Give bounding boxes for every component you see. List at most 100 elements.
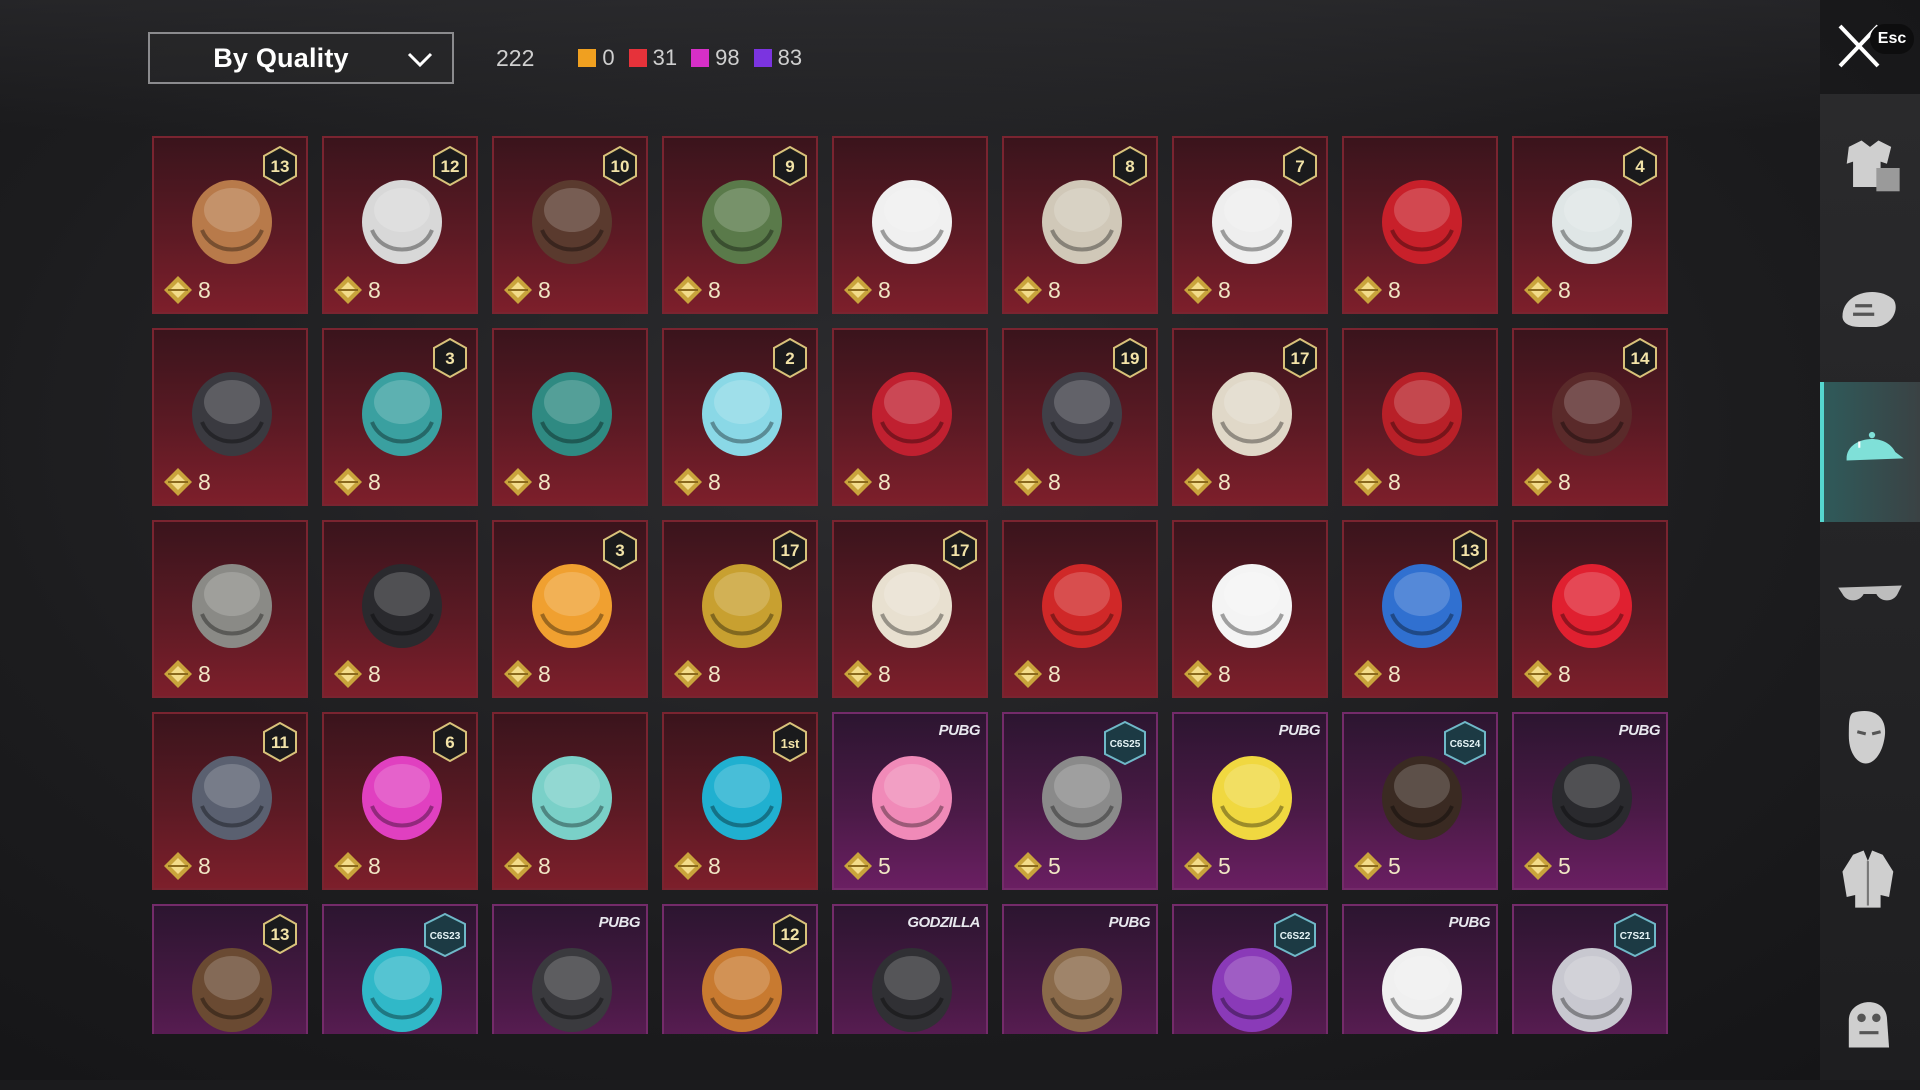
item-card[interactable]: 17 8 — [1172, 328, 1328, 506]
currency-icon — [1014, 852, 1042, 880]
item-card[interactable]: C6S24 5 — [1342, 712, 1498, 890]
item-card[interactable]: 68 — [322, 712, 478, 890]
red-helmet-icon — [1382, 180, 1462, 264]
level-badge: 17 — [773, 530, 807, 570]
mask-icon — [1842, 292, 1896, 327]
item-card[interactable]: PUBG — [1342, 904, 1498, 1034]
currency-icon — [1524, 852, 1552, 880]
quality-count-value: 83 — [777, 45, 803, 70]
item-card[interactable]: 8 — [832, 328, 988, 506]
item-card[interactable]: 12 8 — [322, 136, 478, 314]
quality-sort-dropdown[interactable]: By Quality — [148, 32, 454, 84]
item-card[interactable]: 8 — [1342, 328, 1498, 506]
esc-key-badge[interactable]: Esc — [1870, 24, 1914, 54]
item-card[interactable]: C6S23 — [322, 904, 478, 1034]
sidebar-tab-cap[interactable] — [1820, 382, 1920, 522]
currency-icon — [334, 660, 362, 688]
item-cost: 8 — [502, 274, 551, 306]
item-card[interactable]: C7S21 — [1512, 904, 1668, 1034]
currency-icon — [1354, 276, 1382, 304]
item-card[interactable]: 78 — [1172, 136, 1328, 314]
item-card[interactable]: 8 — [1342, 136, 1498, 314]
item-card[interactable]: 17 8 — [832, 520, 988, 698]
item-card[interactable]: 13 8 — [1342, 520, 1498, 698]
item-card[interactable]: PUBG 5 — [1512, 712, 1668, 890]
item-card[interactable]: 17 8 — [662, 520, 818, 698]
item-cost: 8 — [1182, 658, 1231, 690]
item-cost-value: 8 — [1388, 660, 1401, 687]
item-card[interactable]: 1st 8 — [662, 712, 818, 890]
item-card[interactable]: 88 — [1002, 136, 1158, 314]
currency-icon — [674, 468, 702, 496]
currency-icon — [674, 276, 702, 304]
level-badge: 17 — [943, 530, 977, 570]
item-card[interactable]: PUBG — [1002, 904, 1158, 1034]
sidebar-tab-emote[interactable] — [1820, 950, 1920, 1090]
brand-tag: PUBG — [1108, 914, 1151, 931]
item-card[interactable]: GODZILLA — [832, 904, 988, 1034]
item-card[interactable]: 38 — [492, 520, 648, 698]
level-badge: 9 — [773, 146, 807, 186]
item-card[interactable]: PUBG — [492, 904, 648, 1034]
currency-icon — [164, 852, 192, 880]
item-card[interactable]: 8 — [152, 520, 308, 698]
item-cost: 8 — [332, 658, 381, 690]
item-card[interactable]: 8 — [1172, 520, 1328, 698]
sidebar-tab-glasses[interactable] — [1820, 524, 1920, 664]
item-cost: 8 — [162, 274, 211, 306]
currency-icon — [1184, 468, 1212, 496]
currency-icon — [334, 852, 362, 880]
quality-count: 98 — [691, 45, 740, 71]
jacket-icon — [1842, 850, 1894, 908]
face-icon — [1848, 711, 1886, 764]
quality-count-value: 31 — [652, 45, 678, 70]
currency-icon — [164, 660, 192, 688]
sidebar-tab-outfit[interactable] — [1820, 98, 1920, 238]
item-card[interactable]: PUBG 5 — [832, 712, 988, 890]
item-cost-value: 8 — [368, 276, 381, 303]
item-card[interactable]: 8 — [1512, 520, 1668, 698]
item-cost-value: 8 — [878, 276, 891, 303]
item-card[interactable]: 8 — [832, 136, 988, 314]
item-cost-value: 8 — [1048, 468, 1061, 495]
item-cost: 8 — [332, 274, 381, 306]
item-card[interactable]: 14 8 — [1512, 328, 1668, 506]
item-card[interactable]: 8 — [492, 328, 648, 506]
item-card[interactable]: 8 — [492, 712, 648, 890]
item-cost-value: 8 — [538, 660, 551, 687]
item-card[interactable]: 19 8 — [1002, 328, 1158, 506]
level-badge-text: 13 — [1461, 541, 1480, 560]
level-badge-text: 6 — [445, 733, 454, 752]
item-card[interactable]: 12 — [662, 904, 818, 1034]
item-cost: 8 — [842, 274, 891, 306]
item-card[interactable]: C6S22 — [1172, 904, 1328, 1034]
item-card[interactable]: 8 — [322, 520, 478, 698]
item-card[interactable]: 8 — [1002, 520, 1158, 698]
brand-tag: GODZILLA — [907, 914, 980, 931]
item-card[interactable]: 98 — [662, 136, 818, 314]
item-card[interactable]: 11 8 — [152, 712, 308, 890]
currency-icon — [844, 852, 872, 880]
sidebar-tab-mask[interactable] — [1820, 240, 1920, 380]
item-card[interactable]: 13 8 — [152, 136, 308, 314]
item-card[interactable]: PUBG 5 — [1172, 712, 1328, 890]
item-card[interactable]: 13 — [152, 904, 308, 1034]
item-card[interactable]: 28 — [662, 328, 818, 506]
item-cost: 8 — [672, 658, 721, 690]
item-cost-value: 8 — [198, 660, 211, 687]
brand-tag: PUBG — [1278, 722, 1321, 739]
item-card[interactable]: 10 8 — [492, 136, 648, 314]
currency-icon — [1524, 660, 1552, 688]
season-badge: C6S24 — [1444, 720, 1486, 766]
item-cost-value: 5 — [1558, 852, 1571, 879]
sidebar-tab-jacket[interactable] — [1820, 808, 1920, 948]
brand-tag: PUBG — [938, 722, 981, 739]
sidebar-tab-face[interactable] — [1820, 666, 1920, 806]
item-card[interactable]: 48 — [1512, 136, 1668, 314]
item-cost: 8 — [502, 850, 551, 882]
item-card[interactable]: 8 — [152, 328, 308, 506]
item-cost-value: 5 — [878, 852, 891, 879]
item-card[interactable]: C6S25 5 — [1002, 712, 1158, 890]
item-card[interactable]: 38 — [322, 328, 478, 506]
godzilla-cap-icon — [872, 948, 952, 1032]
